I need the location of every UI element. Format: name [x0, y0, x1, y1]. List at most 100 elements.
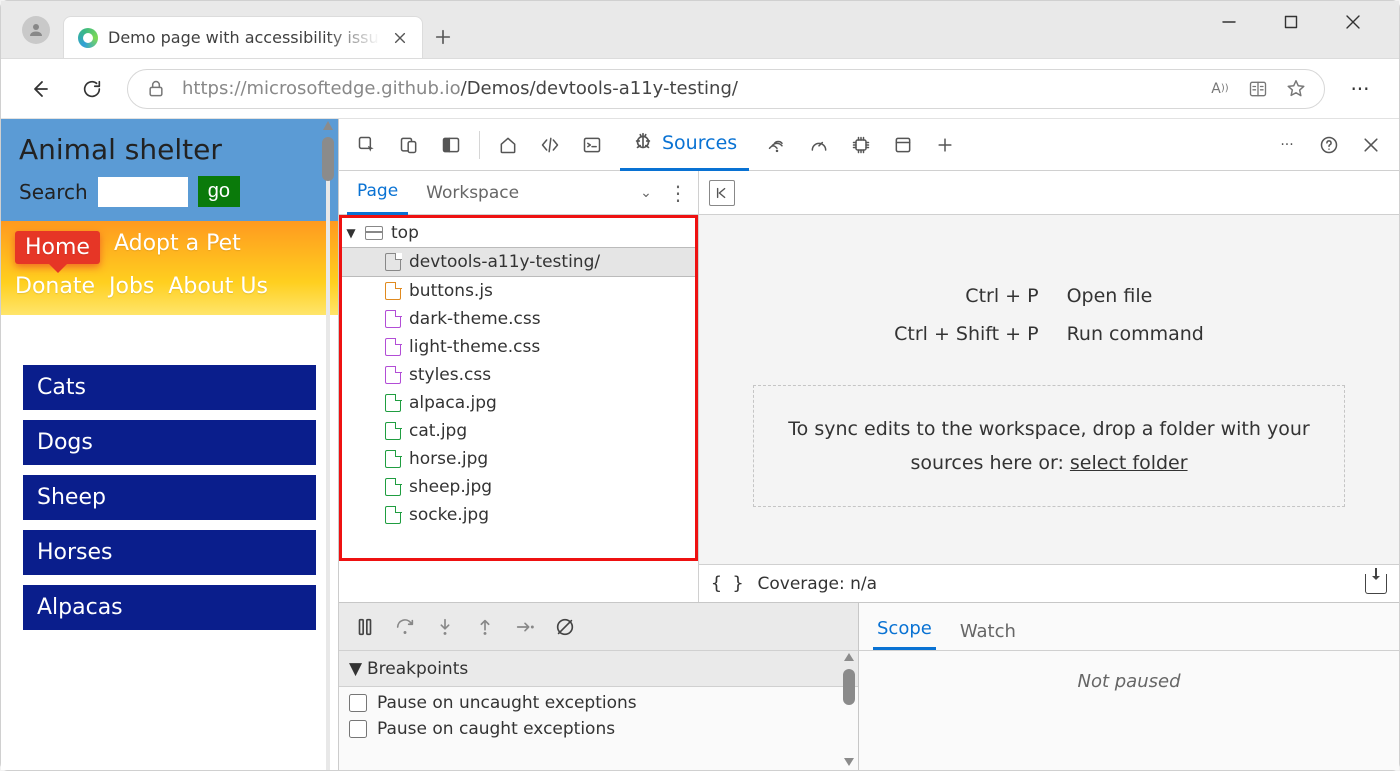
tree-file[interactable]: buttons.js — [339, 277, 698, 305]
sources-navigator: Page Workspace ⌄ ⋮ ▼ top devtools-a11y-t… — [339, 171, 699, 602]
profile-avatar-icon — [22, 16, 50, 44]
select-folder-link[interactable]: select folder — [1070, 452, 1188, 474]
tree-file[interactable]: horse.jpg — [339, 445, 698, 473]
search-input[interactable] — [98, 177, 188, 207]
help-icon[interactable] — [1311, 127, 1347, 163]
inspect-element-icon[interactable] — [349, 127, 385, 163]
dock-side-icon[interactable] — [433, 127, 469, 163]
pause-button[interactable] — [351, 613, 379, 641]
image-file-icon — [385, 478, 401, 496]
more-options-button[interactable]: ⋮ — [666, 181, 690, 205]
page-scrollbar[interactable] — [320, 119, 336, 770]
category-item[interactable]: Horses — [23, 530, 316, 575]
category-item[interactable]: Sheep — [23, 475, 316, 520]
browser-tab[interactable]: Demo page with accessibility issu — [63, 16, 423, 58]
js-file-icon — [385, 282, 401, 300]
bug-icon — [632, 130, 654, 157]
welcome-tab-icon[interactable] — [490, 127, 526, 163]
profile-button[interactable] — [9, 1, 63, 58]
devtools-menu-button[interactable]: ··· — [1269, 127, 1305, 163]
step-out-button[interactable] — [471, 613, 499, 641]
tree-file[interactable]: dark-theme.css — [339, 305, 698, 333]
category-item[interactable]: Cats — [23, 365, 316, 410]
maximize-button[interactable] — [1271, 5, 1311, 39]
image-file-icon — [385, 394, 401, 412]
nav-home[interactable]: Home — [15, 231, 100, 264]
address-bar[interactable]: https://microsoftedge.github.io/Demos/de… — [127, 69, 1325, 109]
search-label: Search — [19, 180, 88, 204]
pause-caught-checkbox[interactable]: Pause on caught exceptions — [349, 719, 848, 739]
debugger-drawer: ▼Breakpoints Pause on uncaught exception… — [339, 602, 1399, 770]
workspace-drop-zone[interactable]: To sync edits to the workspace, drop a f… — [753, 385, 1345, 507]
css-file-icon — [385, 310, 401, 328]
file-tree: ▼ top devtools-a11y-testing/ buttons.js … — [339, 215, 698, 602]
category-list: Cats Dogs Sheep Horses Alpacas — [1, 315, 338, 642]
pause-uncaught-checkbox[interactable]: Pause on uncaught exceptions — [349, 693, 848, 713]
sources-editor: Ctrl + P Open file Ctrl + Shift + P Run … — [699, 171, 1399, 602]
page-preview: Animal shelter Search go Home Adopt a Pe… — [1, 119, 339, 770]
tree-folder[interactable]: devtools-a11y-testing/ — [339, 247, 698, 277]
coverage-bar: { } Coverage: n/a — [699, 564, 1399, 602]
performance-tab-icon[interactable] — [801, 127, 837, 163]
download-icon[interactable] — [1365, 574, 1387, 594]
favorite-icon[interactable] — [1284, 77, 1308, 101]
new-tab-button[interactable] — [423, 16, 463, 58]
tree-file[interactable]: sheep.jpg — [339, 473, 698, 501]
scope-status: Not paused — [859, 651, 1399, 770]
reload-button[interactable] — [75, 72, 109, 106]
close-window-button[interactable] — [1333, 5, 1373, 39]
tree-file[interactable]: cat.jpg — [339, 417, 698, 445]
settings-menu-button[interactable]: ··· — [1343, 72, 1377, 106]
workspace-subtab[interactable]: Workspace — [416, 171, 529, 215]
step-button[interactable] — [511, 613, 539, 641]
document-icon — [385, 253, 401, 271]
devtools-toolbar: Sources ··· — [339, 119, 1399, 171]
nav-about[interactable]: About Us — [168, 274, 268, 299]
page-subtab[interactable]: Page — [347, 171, 408, 215]
console-tab-icon[interactable] — [574, 127, 610, 163]
category-item[interactable]: Alpacas — [23, 585, 316, 630]
read-aloud-icon[interactable]: A)) — [1208, 77, 1232, 101]
breakpoints-header[interactable]: ▼Breakpoints — [339, 651, 858, 687]
page-heading: Animal shelter — [19, 133, 320, 166]
image-file-icon — [385, 506, 401, 524]
application-tab-icon[interactable] — [885, 127, 921, 163]
nav-jobs[interactable]: Jobs — [109, 274, 154, 299]
back-button[interactable] — [23, 72, 57, 106]
tree-file[interactable]: light-theme.css — [339, 333, 698, 361]
tab-close-button[interactable] — [390, 28, 410, 48]
minimize-button[interactable] — [1209, 5, 1249, 39]
edge-favicon-icon — [78, 28, 98, 48]
category-item[interactable]: Dogs — [23, 420, 316, 465]
scope-tab[interactable]: Scope — [873, 618, 936, 650]
step-into-button[interactable] — [431, 613, 459, 641]
tree-file[interactable]: socke.jpg — [339, 501, 698, 529]
tree-file[interactable]: alpaca.jpg — [339, 389, 698, 417]
pretty-print-icon[interactable]: { } — [711, 573, 744, 594]
tree-file[interactable]: styles.css — [339, 361, 698, 389]
deactivate-breakpoints-button[interactable] — [551, 613, 579, 641]
nav-adopt[interactable]: Adopt a Pet — [114, 231, 241, 264]
debugger-toolbar — [339, 603, 858, 651]
elements-tab-icon[interactable] — [532, 127, 568, 163]
tree-top-frame[interactable]: ▼ top — [339, 219, 698, 247]
toolbar: https://microsoftedge.github.io/Demos/de… — [1, 59, 1399, 119]
device-emulation-icon[interactable] — [391, 127, 427, 163]
window-titlebar: Demo page with accessibility issu — [1, 1, 1399, 59]
sources-tab[interactable]: Sources — [620, 119, 749, 171]
watch-tab[interactable]: Watch — [956, 621, 1020, 650]
search-go-button[interactable]: go — [198, 176, 240, 207]
css-file-icon — [385, 338, 401, 356]
image-file-icon — [385, 450, 401, 468]
breakpoints-scrollbar[interactable] — [842, 651, 856, 768]
more-tabs-button[interactable] — [927, 127, 963, 163]
reader-mode-icon[interactable] — [1246, 77, 1270, 101]
devtools-close-button[interactable] — [1353, 127, 1389, 163]
url-text: https://microsoftedge.github.io/Demos/de… — [182, 78, 1194, 99]
network-tab-icon[interactable] — [759, 127, 795, 163]
toggle-navigator-button[interactable] — [709, 180, 735, 206]
shortcut-hints: Ctrl + P Open file Ctrl + Shift + P Run … — [894, 285, 1204, 345]
memory-tab-icon[interactable] — [843, 127, 879, 163]
chevron-down-icon[interactable]: ⌄ — [634, 185, 658, 201]
step-over-button[interactable] — [391, 613, 419, 641]
